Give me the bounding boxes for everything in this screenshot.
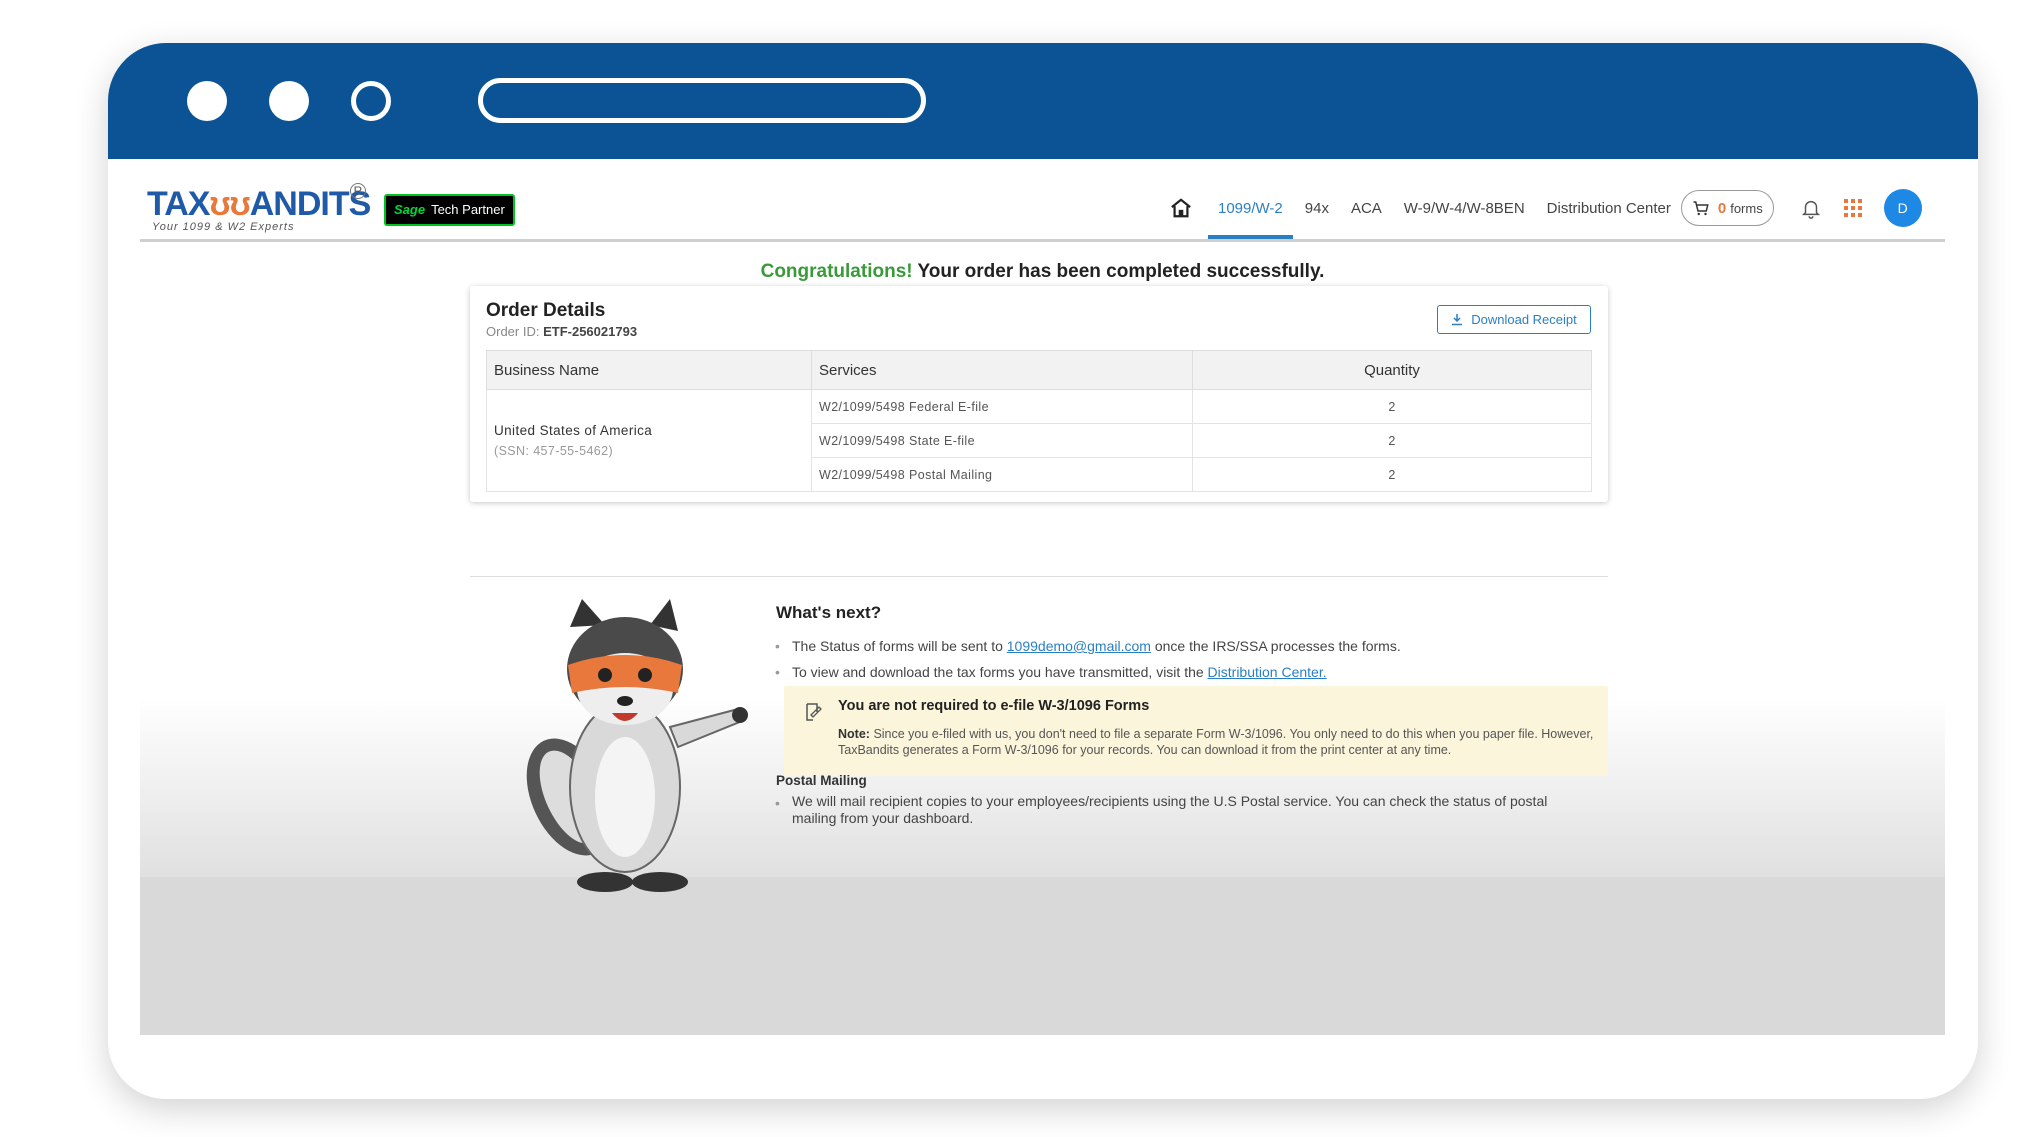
table-row: United States of America (SSN: 457-55-54…	[486, 389, 1592, 492]
business-name: United States of America	[494, 423, 653, 438]
main-menu: 1099/W-2 94x ACA W-9/W-4/W-8BEN Distribu…	[1170, 177, 1922, 239]
top-navigation: TAXʊʊANDITS R Your 1099 & W2 Experts Sag…	[140, 177, 1945, 242]
order-id: Order ID: ETF-256021793	[486, 324, 638, 339]
notice-title: You are not required to e-file W-3/1096 …	[838, 698, 1150, 714]
browser-titlebar	[108, 43, 1978, 159]
browser-window: TAXʊʊANDITS R Your 1099 & W2 Experts Sag…	[108, 43, 1978, 1099]
section-divider	[470, 576, 1608, 577]
business-ssn: (SSN: 457-55-5462)	[494, 444, 614, 458]
raccoon-mascot-icon	[526, 599, 748, 892]
nav-item-aca[interactable]: ACA	[1351, 200, 1382, 217]
apps-grid-icon[interactable]	[1843, 199, 1862, 217]
service-cell: W2/1099/5498 State E-file	[811, 423, 1193, 458]
quantity-cell: 2	[1192, 423, 1592, 458]
w3-1096-notice: You are not required to e-file W-3/1096 …	[784, 686, 1608, 776]
service-cell: W2/1099/5498 Postal Mailing	[811, 457, 1193, 492]
bell-icon[interactable]	[1800, 197, 1822, 219]
partner-text: Tech Partner	[431, 202, 505, 217]
logo-tagline: Your 1099 & W2 Experts	[152, 221, 295, 233]
download-icon	[1452, 314, 1463, 326]
registered-mark-icon: R	[350, 183, 366, 199]
home-icon[interactable]	[1170, 197, 1192, 219]
download-receipt-button[interactable]: Download Receipt	[1437, 305, 1591, 334]
cart-label: forms	[1730, 200, 1763, 216]
order-details-title: Order Details	[486, 300, 606, 321]
success-message: Your order has been completed successful…	[917, 261, 1325, 282]
page-viewport: TAXʊʊANDITS R Your 1099 & W2 Experts Sag…	[140, 177, 1945, 1035]
cart-count: 0	[1717, 199, 1727, 217]
distribution-center-link[interactable]: Distribution Center.	[1208, 664, 1327, 680]
service-cell: W2/1099/5498 Federal E-file	[811, 389, 1193, 424]
nav-item-w9-w4-w8ben[interactable]: W-9/W-4/W-8BEN	[1404, 200, 1525, 217]
quantity-cell: 2	[1192, 457, 1592, 492]
taxbandits-logo[interactable]: TAXʊʊANDITS	[147, 185, 371, 224]
order-details-card: Order Details Order ID: ETF-256021793 Do…	[470, 286, 1608, 502]
document-note-icon	[806, 703, 822, 721]
order-table: Business Name Services Quantity United S…	[486, 350, 1592, 492]
congrats-word: Congratulations!	[760, 261, 913, 282]
col-business-name: Business Name	[486, 350, 812, 390]
address-bar[interactable]	[478, 78, 926, 123]
list-item: The Status of forms will be sent to 1099…	[775, 638, 1401, 654]
notice-note: Note: Since you e-filed with us, you don…	[838, 727, 1594, 757]
sage-brand: Sage	[394, 202, 426, 217]
sage-partner-badge: Sage Tech Partner	[384, 194, 515, 226]
postal-mailing-heading: Postal Mailing	[776, 773, 867, 788]
business-cell: United States of America (SSN: 457-55-54…	[486, 389, 812, 492]
col-quantity: Quantity	[1192, 350, 1592, 390]
cart-icon	[1693, 201, 1709, 216]
nav-item-distribution-center[interactable]: Distribution Center	[1547, 200, 1671, 217]
list-item: To view and download the tax forms you h…	[775, 664, 1327, 680]
nav-item-94x[interactable]: 94x	[1305, 200, 1329, 217]
col-services: Services	[811, 350, 1193, 390]
owl-mask-icon: ʊʊ	[209, 185, 250, 223]
grey-overlay	[140, 877, 1945, 1035]
user-avatar[interactable]: D	[1883, 189, 1922, 227]
table-header-row: Business Name Services Quantity	[486, 350, 1592, 390]
quantity-cell: 2	[1192, 389, 1592, 424]
cart-button[interactable]: 0 forms	[1680, 190, 1774, 226]
window-control-dot-3[interactable]	[351, 81, 391, 121]
window-control-dot-1[interactable]	[187, 81, 227, 121]
postal-mailing-text: We will mail recipient copies to your em…	[775, 793, 1582, 827]
nav-item-1099-w2[interactable]: 1099/W-2	[1208, 200, 1293, 239]
success-banner: Congratulations! Your order has been com…	[140, 261, 1945, 283]
window-control-dot-2[interactable]	[269, 81, 309, 121]
email-link[interactable]: 1099demo@gmail.com	[1007, 638, 1151, 654]
whats-next-heading: What's next?	[776, 603, 882, 622]
